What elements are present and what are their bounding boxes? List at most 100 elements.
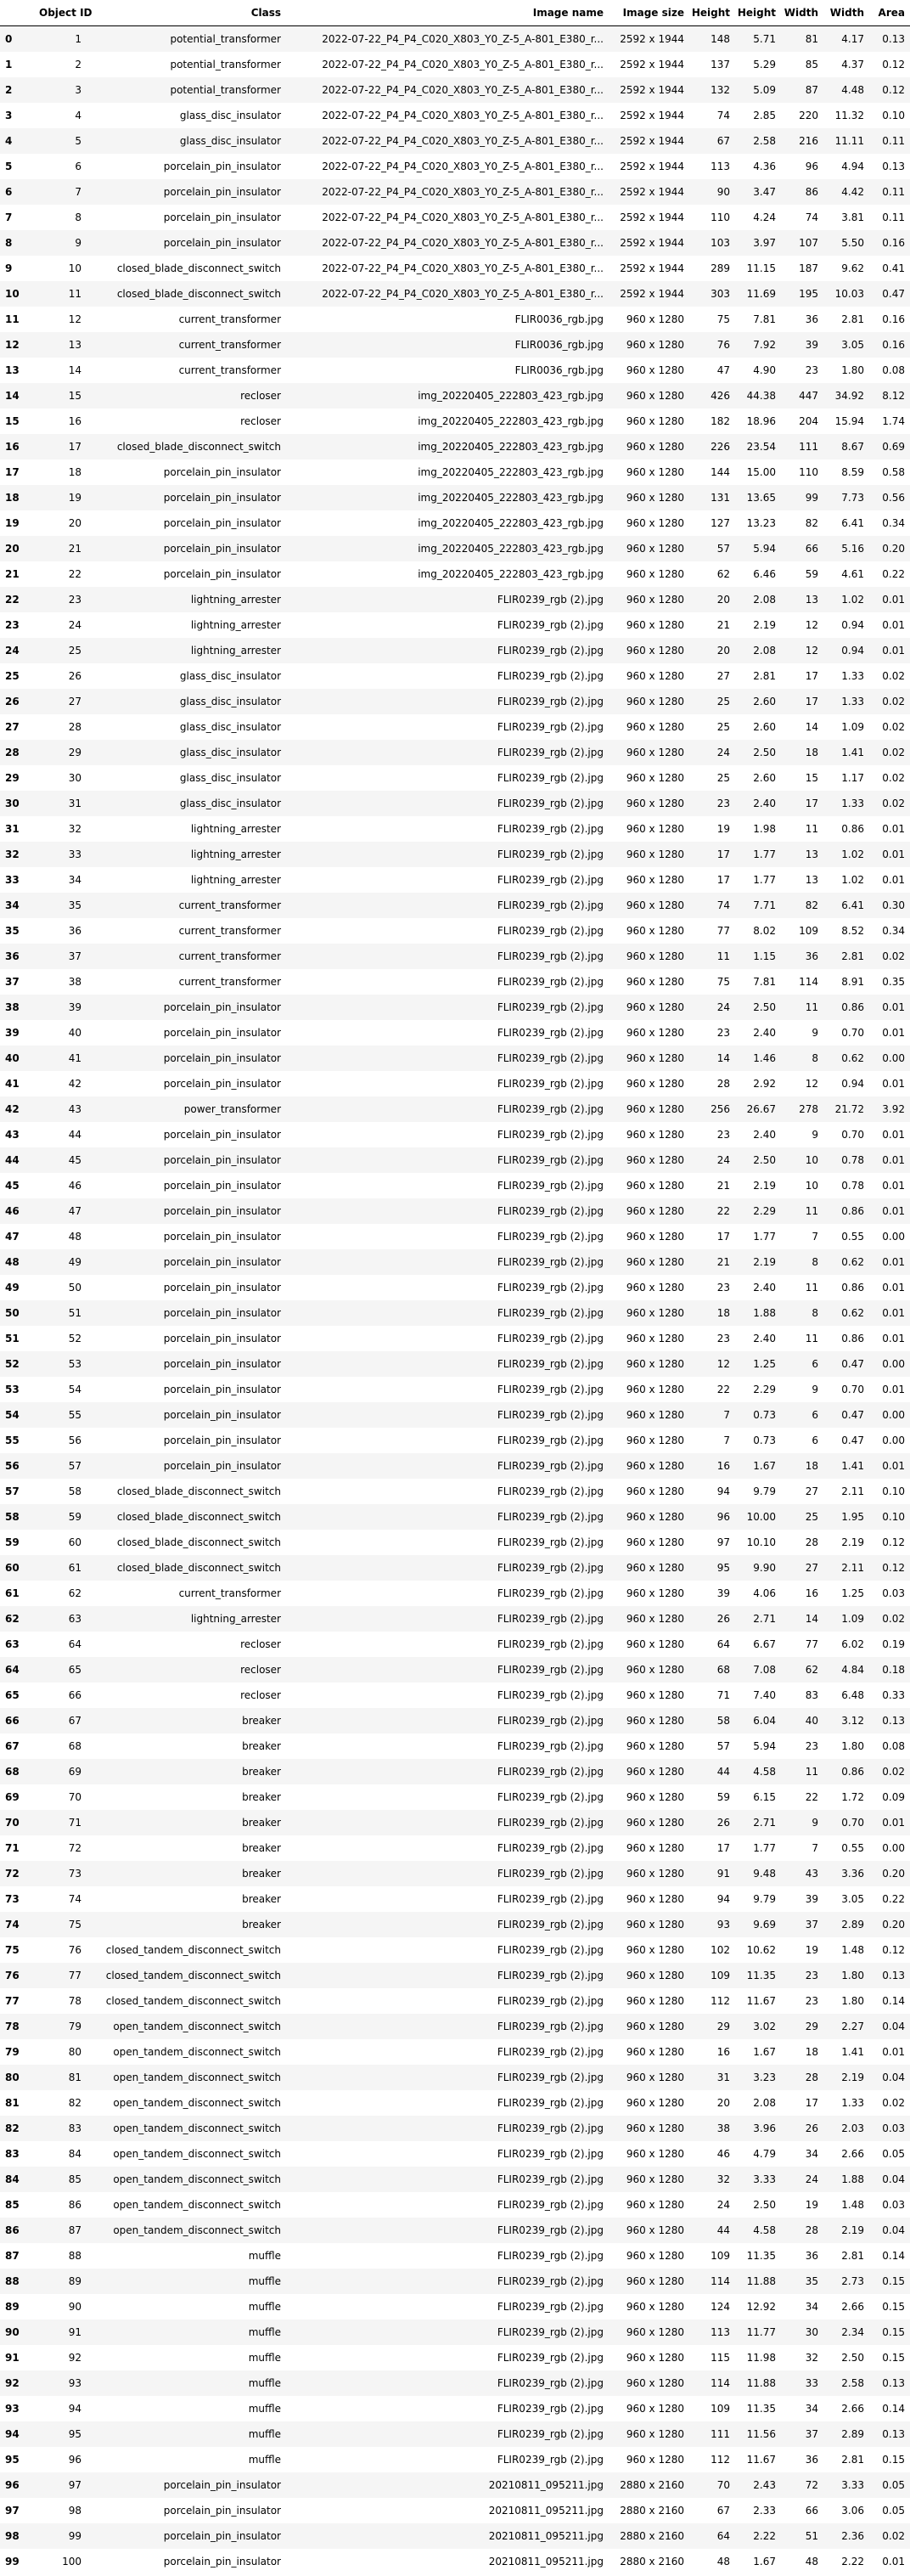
- object-id-cell: 2: [75, 59, 81, 70]
- objects-table: Object ID Class Image name Image size He…: [0, 0, 910, 2574]
- image-name-cell: FLIR0239_rgb (2).jpg: [497, 823, 604, 835]
- object-id-cell: 42: [68, 1078, 81, 1090]
- image-name-cell: FLIR0239_rgb (2).jpg: [497, 1919, 604, 1931]
- table-row: 71 72 breaker FLIR0239_rgb (2).jpg 960 x 128…: [0, 1835, 910, 1861]
- height-pct-cell: 9.90: [753, 1562, 776, 1574]
- width-pct-cell: 2.11: [841, 1562, 864, 1574]
- object-id-cell: 89: [68, 2275, 81, 2287]
- image-size-cell: 960 x 1280: [626, 925, 684, 937]
- area-cell: 0.11: [882, 186, 905, 198]
- image-size-cell: 960 x 1280: [626, 1435, 684, 1446]
- row-index: 74: [5, 1919, 20, 1931]
- image-name-cell: FLIR0239_rgb (2).jpg: [497, 670, 604, 682]
- image-size-cell: 960 x 1280: [626, 313, 684, 325]
- image-name-cell: FLIR0239_rgb (2).jpg: [497, 1740, 604, 1752]
- column-header: Height: [689, 0, 735, 26]
- image-size-cell: 2592 x 1944: [620, 33, 684, 45]
- image-name-cell: FLIR0239_rgb (2).jpg: [497, 1384, 604, 1395]
- class-cell: breaker: [242, 1740, 281, 1752]
- object-id-cell: 1: [75, 33, 81, 45]
- table-row: 83 84 open_tandem_disconnect_switch FLIR023…: [0, 2141, 910, 2167]
- column-header: Object ID: [39, 0, 93, 26]
- width-px-cell: 29: [805, 2021, 818, 2032]
- row-index: 14: [5, 390, 20, 402]
- row-index: 9: [5, 262, 13, 274]
- image-size-cell: 960 x 1280: [626, 823, 684, 835]
- height-px-cell: 32: [716, 2173, 730, 2185]
- area-cell: 0.01: [882, 2556, 905, 2568]
- width-px-cell: 9: [812, 1817, 818, 1829]
- height-pct-cell: 2.40: [753, 1333, 776, 1344]
- table-row: 41 42 porcelain_pin_insulator FLIR0239_rgb …: [0, 1071, 910, 1096]
- area-cell: 0.03: [882, 2122, 905, 2134]
- width-pct-cell: 8.52: [841, 925, 864, 937]
- height-px-cell: 7: [723, 1435, 730, 1446]
- image-name-cell: FLIR0239_rgb (2).jpg: [497, 1103, 604, 1115]
- height-pct-cell: 2.60: [753, 696, 776, 707]
- class-cell: recloser: [240, 1664, 281, 1676]
- width-pct-cell: 1.95: [841, 1511, 864, 1523]
- image-size-cell: 960 x 1280: [626, 2046, 684, 2058]
- table-row: 86 87 open_tandem_disconnect_switch FLIR023…: [0, 2218, 910, 2243]
- width-px-cell: 447: [799, 390, 818, 402]
- object-id-cell: 25: [68, 645, 81, 657]
- table-row: 20 21 porcelain_pin_insulator img_20220405_…: [0, 536, 910, 561]
- row-index: 73: [5, 1893, 20, 1905]
- image-name-cell: FLIR0239_rgb (2).jpg: [497, 1970, 604, 1981]
- width-pct-cell: 1.33: [841, 2097, 864, 2109]
- height-px-cell: 28: [716, 1078, 730, 1090]
- column-header: Class: [87, 0, 286, 26]
- image-name-cell: FLIR0239_rgb (2).jpg: [497, 1333, 604, 1344]
- class-cell: breaker: [242, 1791, 281, 1803]
- width-px-cell: 6: [812, 1358, 818, 1370]
- class-cell: muffle: [248, 2326, 281, 2338]
- area-cell: 0.05: [882, 2479, 905, 2491]
- table-row: 15 16 recloser img_20220405_222803_423_rgb.…: [0, 409, 910, 434]
- row-index: 29: [5, 772, 20, 784]
- width-px-cell: 9: [812, 1129, 818, 1141]
- object-id-cell: 30: [68, 772, 81, 784]
- table-row: 99 100 porcelain_pin_insulator 20210811_095…: [0, 2549, 910, 2574]
- table-row: 47 48 porcelain_pin_insulator FLIR0239_rgb …: [0, 1224, 910, 1249]
- height-px-cell: 256: [711, 1103, 730, 1115]
- object-id-cell: 36: [68, 925, 81, 937]
- image-name-cell: img_20220405_222803_423_rgb.jpg: [418, 543, 604, 555]
- table-row: 12 13 current_transformer FLIR0036_rgb.jpg 9…: [0, 332, 910, 358]
- image-name-cell: FLIR0239_rgb (2).jpg: [497, 1358, 604, 1370]
- image-name-cell: FLIR0036_rgb.jpg: [514, 313, 604, 325]
- height-pct-cell: 1.77: [753, 874, 776, 886]
- height-px-cell: 12: [716, 1358, 730, 1370]
- height-px-cell: 24: [716, 1154, 730, 1166]
- row-index: 7: [5, 211, 13, 223]
- class-cell: muffle: [248, 2352, 281, 2364]
- width-px-cell: 36: [805, 2250, 818, 2262]
- class-cell: closed_blade_disconnect_switch: [116, 1562, 281, 1574]
- object-id-cell: 60: [68, 1536, 81, 1548]
- row-index: 4: [5, 135, 13, 147]
- height-pct-cell: 7.08: [753, 1664, 776, 1676]
- image-size-cell: 960 x 1280: [626, 798, 684, 809]
- object-id-cell: 13: [68, 339, 81, 351]
- table-row: 67 68 breaker FLIR0239_rgb (2).jpg 960 x 128…: [0, 1733, 910, 1759]
- row-index: 65: [5, 1689, 20, 1701]
- image-size-cell: 960 x 1280: [626, 899, 684, 911]
- row-index: 97: [5, 2505, 20, 2517]
- object-id-cell: 40: [68, 1027, 81, 1039]
- table-row: 36 37 current_transformer FLIR0239_rgb (2).…: [0, 944, 910, 969]
- image-name-cell: FLIR0239_rgb (2).jpg: [497, 1256, 604, 1268]
- width-pct-cell: 0.86: [841, 1282, 864, 1294]
- height-px-cell: 74: [716, 899, 730, 911]
- area-cell: 0.11: [882, 211, 905, 223]
- object-id-cell: 6: [75, 161, 81, 172]
- class-cell: porcelain_pin_insulator: [163, 2479, 281, 2491]
- table-row: 38 39 porcelain_pin_insulator FLIR0239_rgb …: [0, 995, 910, 1020]
- image-name-cell: FLIR0239_rgb (2).jpg: [497, 696, 604, 707]
- object-id-cell: 16: [68, 415, 81, 427]
- object-id-cell: 24: [68, 619, 81, 631]
- height-px-cell: 109: [711, 1970, 730, 1981]
- height-px-cell: 109: [711, 2403, 730, 2415]
- area-cell: 0.10: [882, 110, 905, 121]
- table-row: 89 90 muffle FLIR0239_rgb (2).jpg 960 x 1280…: [0, 2294, 910, 2320]
- object-id-cell: 32: [68, 823, 81, 835]
- height-pct-cell: 1.77: [753, 1842, 776, 1854]
